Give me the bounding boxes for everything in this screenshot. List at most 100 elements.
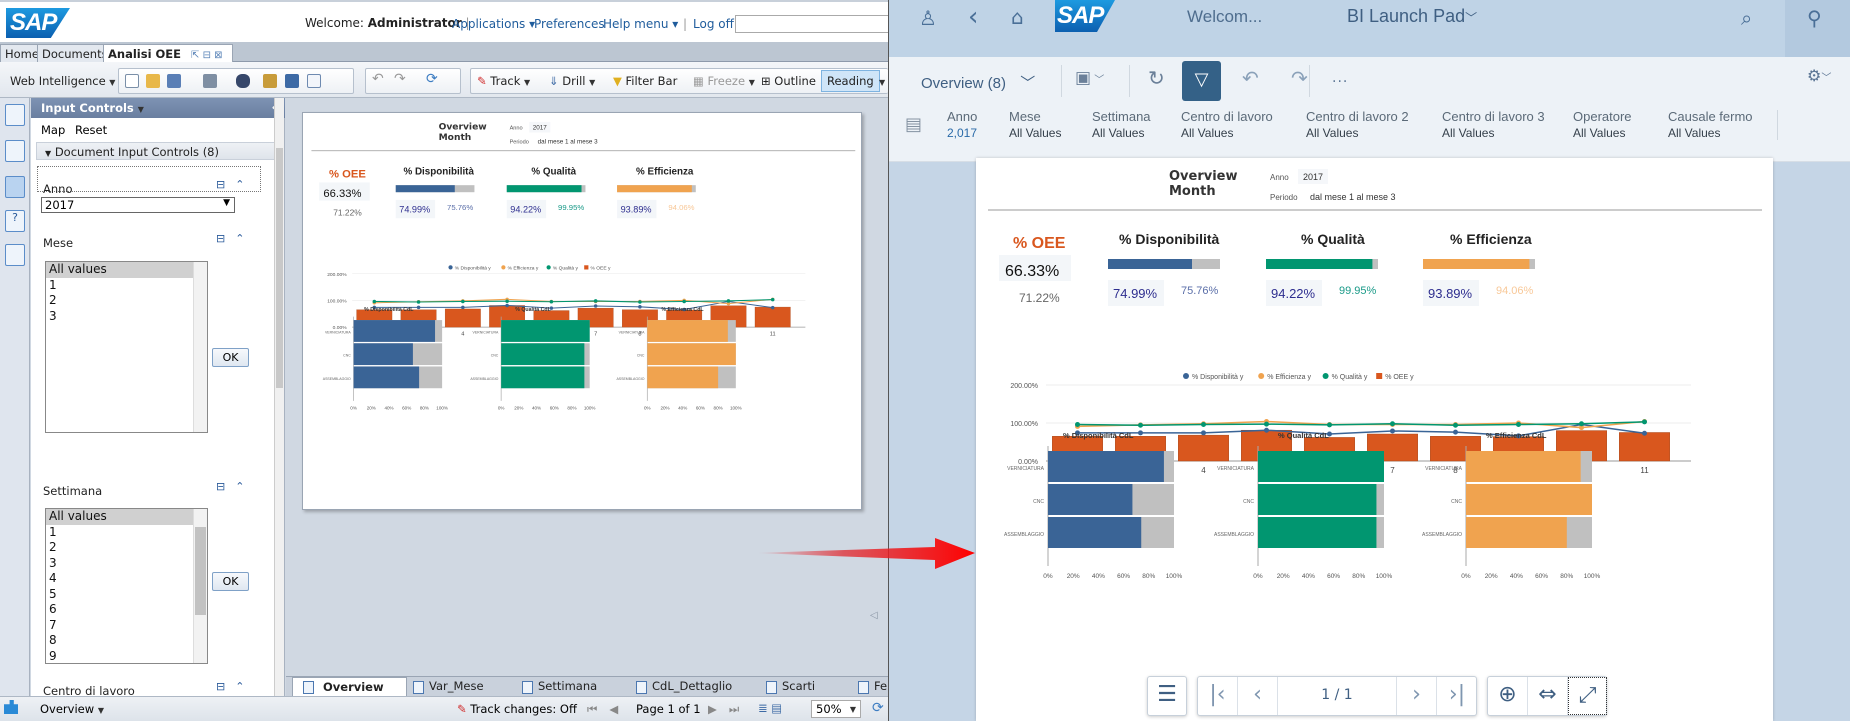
- find-icon[interactable]: [236, 74, 250, 88]
- refresh-icon[interactable]: ⟳: [872, 700, 884, 716]
- reading-button[interactable]: Reading: [821, 70, 880, 92]
- zoom-select[interactable]: 50% ▼: [811, 700, 861, 718]
- list-option[interactable]: 1: [46, 525, 207, 541]
- fullscreen-button[interactable]: ⤢: [1568, 677, 1607, 715]
- settings-sliders-icon[interactable]: ⚙﹀: [1807, 66, 1831, 85]
- web-intelligence-menu[interactable]: Web Intelligence ▼: [10, 74, 115, 88]
- freeze-button[interactable]: ▦ Freeze ▼: [693, 74, 755, 88]
- undo-icon[interactable]: ↶: [1242, 66, 1259, 90]
- report-tab-cdl-dettaglio[interactable]: CdL_Dettaglio: [636, 679, 732, 696]
- input-controls-icon[interactable]: [5, 176, 25, 198]
- control-icons[interactable]: ⊟⌃: [216, 232, 254, 245]
- app-title-menu[interactable]: BI Launch Pad﹀: [1347, 6, 1477, 27]
- report-tab-settimana[interactable]: Settimana: [522, 679, 597, 696]
- filter-centro-di-lavoro[interactable]: Centro di lavoro All Values: [1181, 109, 1273, 140]
- document-icon[interactable]: ▤: [905, 114, 922, 135]
- reset-button[interactable]: Reset: [75, 123, 107, 137]
- next-last-page-buttons[interactable]: ▶⏭: [708, 702, 751, 717]
- filter-mese[interactable]: Mese All Values: [1009, 109, 1061, 140]
- navigation-map-icon[interactable]: [5, 140, 25, 162]
- schedule-icon[interactable]: [263, 74, 277, 88]
- refresh-icon[interactable]: ↻: [1148, 66, 1165, 90]
- list-option[interactable]: 2: [46, 540, 207, 556]
- list-option[interactable]: 2: [46, 293, 207, 309]
- list-option[interactable]: 5: [46, 587, 207, 603]
- preferences-link[interactable]: Preferences: [534, 17, 605, 31]
- undo-icon[interactable]: ↶: [372, 71, 384, 87]
- page-indicator[interactable]: 1 / 1: [1278, 677, 1397, 715]
- list-option[interactable]: 7: [46, 618, 207, 634]
- save-icon[interactable]: [167, 74, 181, 88]
- track-changes-status[interactable]: ✎ Track changes: Off: [457, 702, 577, 716]
- list-option[interactable]: All values: [46, 262, 207, 278]
- outline-button[interactable]: ⊞ Outline: [761, 74, 816, 88]
- open-folder-icon[interactable]: [146, 74, 160, 88]
- first-prev-page-buttons[interactable]: ⏮◀: [587, 702, 630, 717]
- export-icon[interactable]: [285, 74, 299, 88]
- tab-analisi-oee[interactable]: Analisi OEE ⇱ ⊟ ⊠: [103, 44, 233, 62]
- control-icons[interactable]: ⊟⌃: [216, 480, 254, 493]
- refresh-icon[interactable]: ⟳: [426, 71, 438, 87]
- mese-listbox[interactable]: All values 1 2 3: [45, 261, 208, 433]
- notifications-user-button[interactable]: ⚲: [1785, 0, 1850, 57]
- drill-button[interactable]: ⇓ Drill ▼: [549, 74, 595, 88]
- filter-button[interactable]: ▽: [1182, 61, 1221, 101]
- list-option[interactable]: 8: [46, 633, 207, 649]
- redo-icon[interactable]: ↷: [394, 71, 406, 87]
- map-button[interactable]: Map: [41, 123, 65, 137]
- list-option[interactable]: 4: [46, 571, 207, 587]
- back-icon[interactable]: ‹: [968, 2, 978, 32]
- list-option[interactable]: 1: [46, 278, 207, 294]
- user-icon[interactable]: ♙: [919, 6, 937, 30]
- applications-menu[interactable]: Applications ▾: [452, 17, 535, 31]
- control-icons[interactable]: ⊟⌃: [216, 178, 254, 191]
- document-summary-icon[interactable]: [5, 104, 25, 126]
- print-icon[interactable]: [203, 74, 217, 88]
- help-icon[interactable]: ?: [5, 210, 25, 232]
- filter-centro-di-lavoro-3[interactable]: Centro di lavoro 3 All Values: [1442, 109, 1545, 140]
- search-input[interactable]: [735, 15, 888, 33]
- view-mode-icons[interactable]: ≣ ▤: [758, 701, 782, 715]
- fit-width-button[interactable]: ⇔: [1528, 677, 1568, 715]
- email-icon[interactable]: [307, 74, 321, 88]
- outline-button[interactable]: ☰: [1147, 676, 1187, 716]
- scrollbar[interactable]: [193, 262, 207, 432]
- filter-settimana[interactable]: Settimana All Values: [1092, 109, 1151, 140]
- new-document-icon[interactable]: [125, 74, 139, 88]
- tab-documents[interactable]: Documents: [37, 44, 113, 62]
- report-tab-scarti[interactable]: Scarti: [766, 679, 815, 696]
- control-icons[interactable]: ⊟⌃: [216, 680, 254, 693]
- filter-anno[interactable]: Anno 2,017: [947, 109, 977, 140]
- filter-centro-di-lavoro-2[interactable]: Centro di lavoro 2 All Values: [1306, 109, 1409, 140]
- comments-icon[interactable]: [5, 244, 25, 266]
- panel-scrollbar[interactable]: [274, 98, 284, 696]
- report-tab-more[interactable]: Fe: [858, 679, 887, 696]
- log-off-link[interactable]: Log off: [693, 17, 734, 31]
- last-page-button[interactable]: ›|: [1437, 677, 1477, 715]
- track-button[interactable]: ✎ Track ▼: [477, 74, 530, 88]
- filter-causale-fermo[interactable]: Causale fermo All Values: [1668, 109, 1753, 140]
- save-icon[interactable]: ▣ ﹀: [1075, 68, 1104, 88]
- tab-window-icons[interactable]: ⇱ ⊟ ⊠: [191, 50, 223, 61]
- more-options-icon[interactable]: ...: [1332, 70, 1348, 86]
- overview-report-selector[interactable]: Overview (8) ﹀: [921, 72, 1035, 93]
- collapse-arrow-icon[interactable]: ◁: [870, 610, 878, 621]
- list-option[interactable]: All values: [46, 509, 207, 525]
- report-tab-overview[interactable]: Overview: [292, 677, 407, 697]
- anno-select[interactable]: 2017 ▼: [41, 197, 235, 213]
- document-input-controls-section[interactable]: ▼ Document Input Controls (8): [36, 142, 278, 160]
- list-option[interactable]: 3: [46, 309, 207, 325]
- list-option[interactable]: 3: [46, 556, 207, 572]
- previous-page-button[interactable]: ‹: [1238, 677, 1278, 715]
- mese-ok-button[interactable]: OK: [212, 348, 249, 367]
- home-icon[interactable]: ⌂: [1011, 5, 1024, 29]
- settimana-ok-button[interactable]: OK: [212, 572, 249, 591]
- filter-operatore[interactable]: Operatore All Values: [1573, 109, 1632, 140]
- filter-bar-button[interactable]: ▼ Filter Bar: [613, 74, 677, 88]
- list-option[interactable]: 9: [46, 649, 207, 664]
- redo-icon[interactable]: ↷: [1291, 66, 1308, 90]
- scrollbar[interactable]: [193, 509, 207, 663]
- chevron-down-icon[interactable]: ▼: [138, 105, 144, 114]
- report-tab-var-mese[interactable]: Var_Mese: [413, 679, 484, 696]
- settimana-listbox[interactable]: All values 1 2 3 4 5 6 7 8 9: [45, 508, 208, 664]
